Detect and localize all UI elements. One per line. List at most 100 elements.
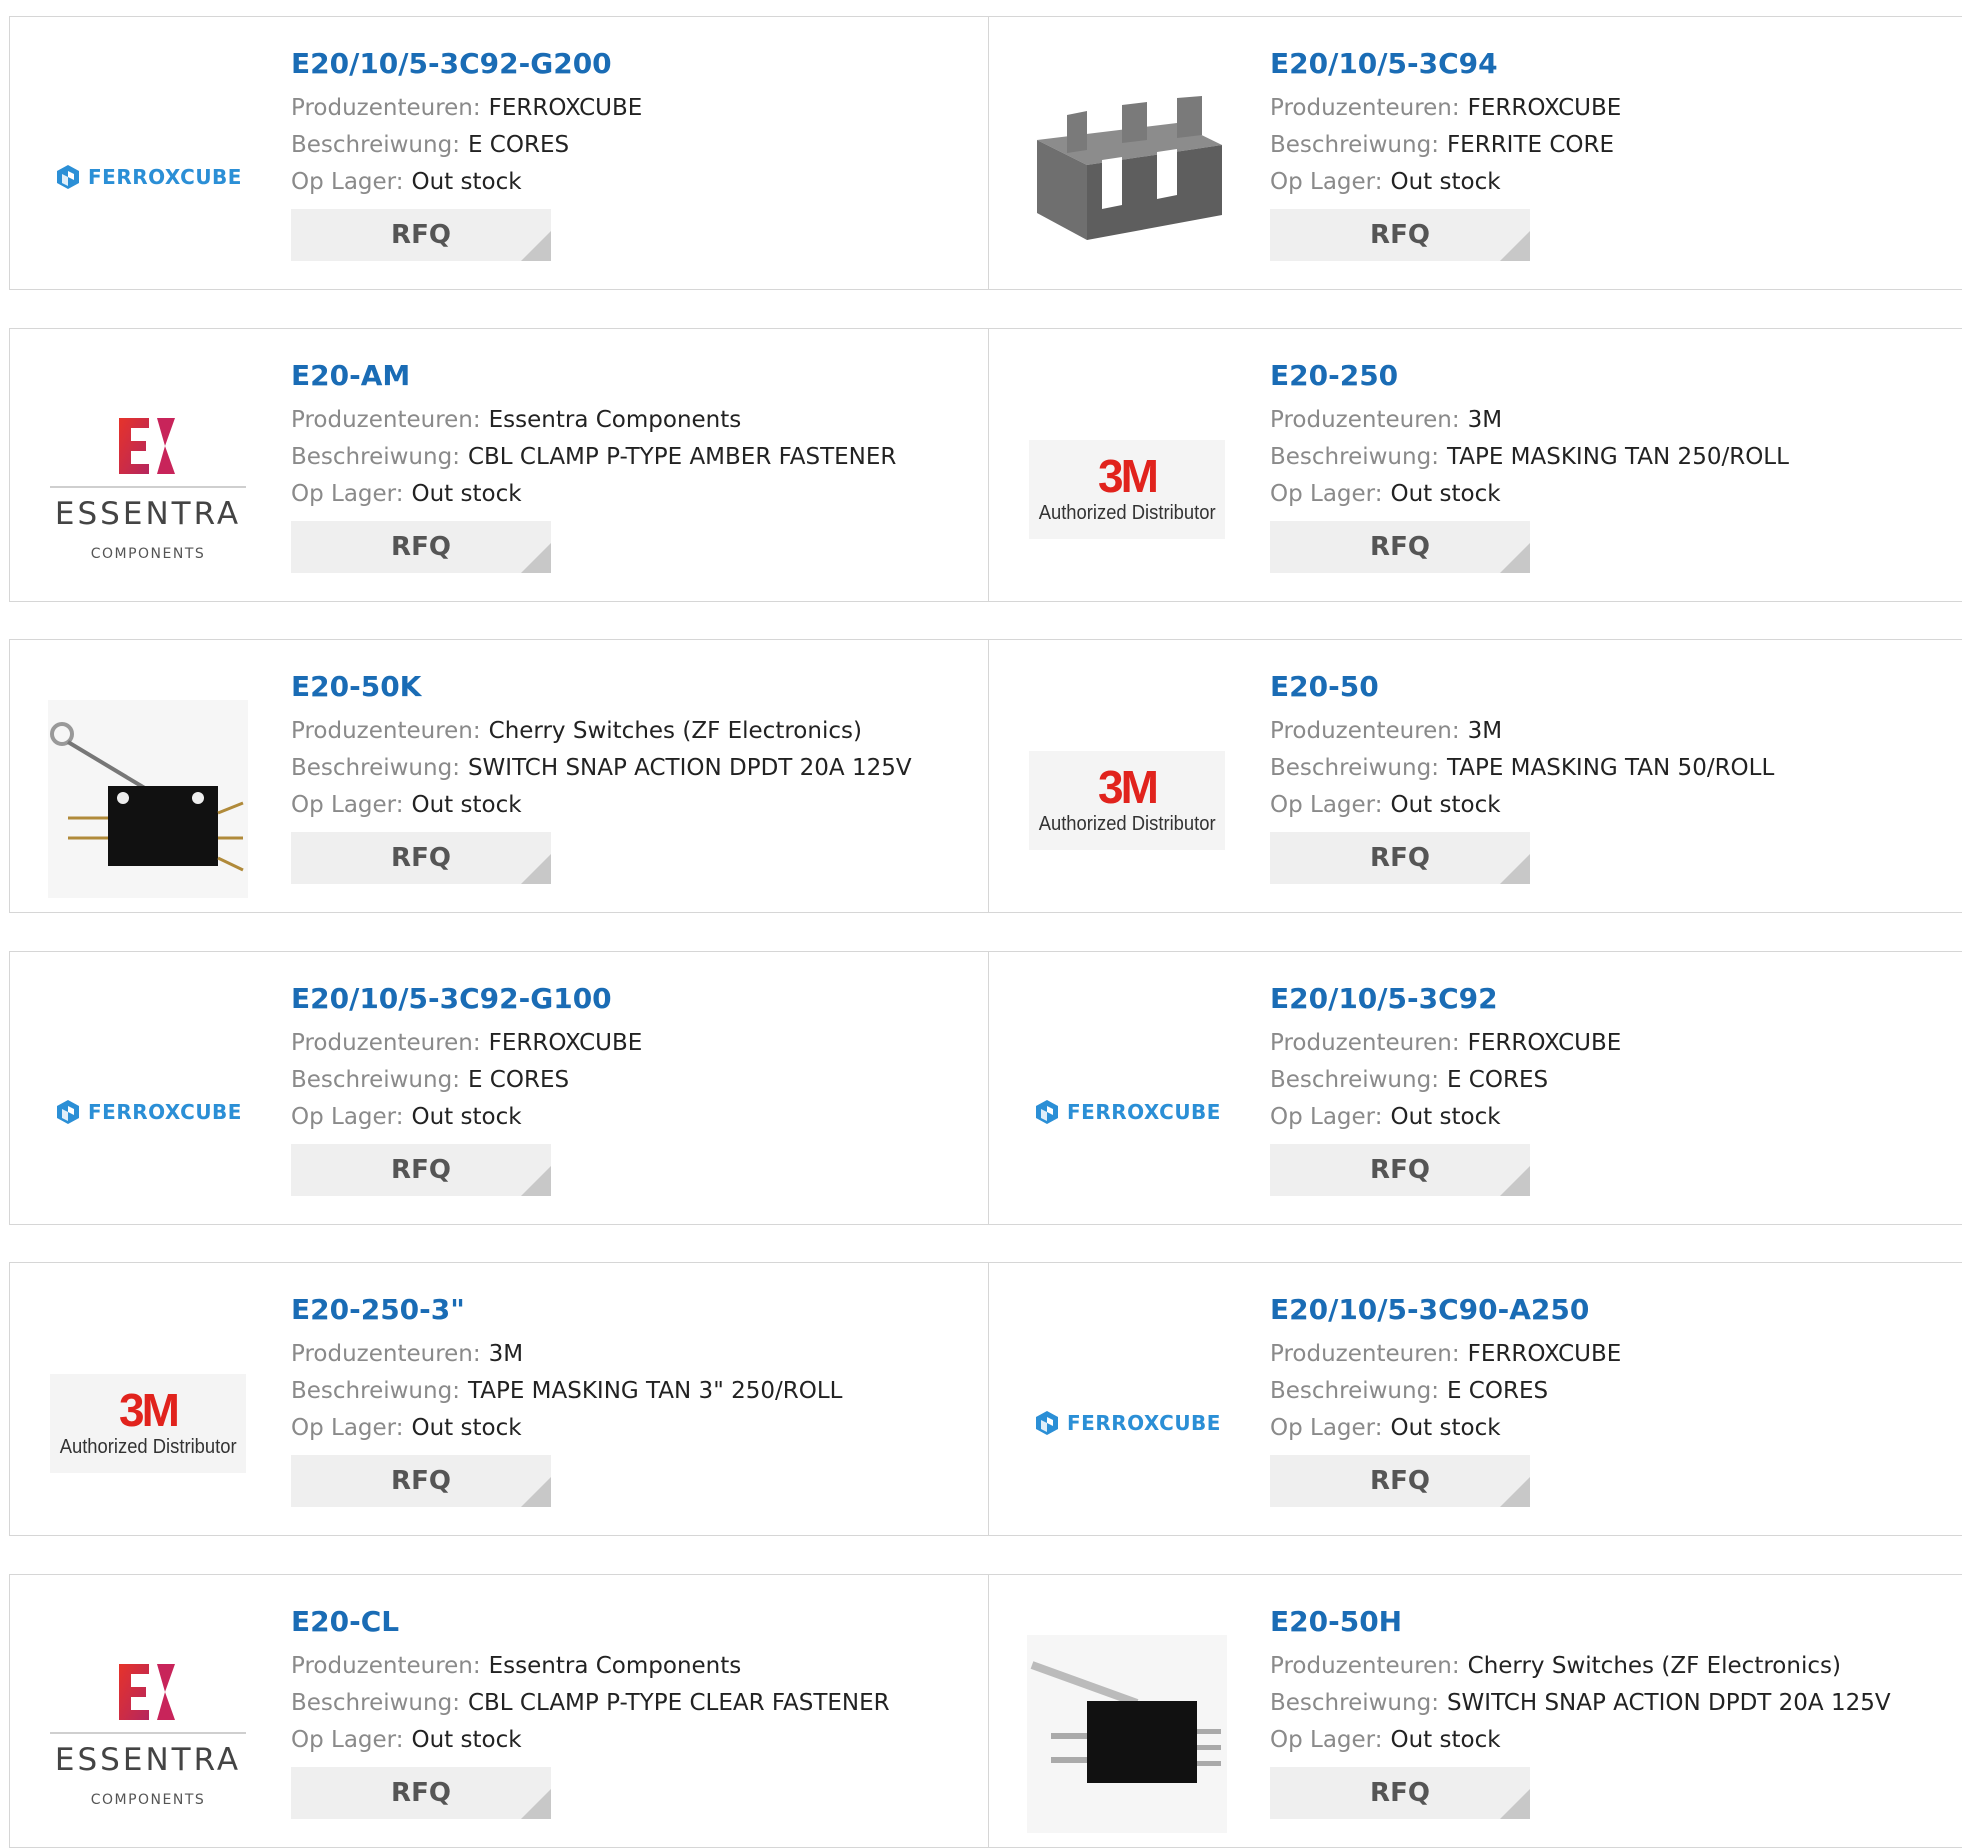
rfq-button-label: RFQ	[1370, 1466, 1430, 1496]
rfq-button[interactable]: RFQ	[1270, 832, 1530, 884]
product-logo[interactable]: ESSENTRA COMPONENTS	[48, 389, 248, 589]
description-value: E CORES	[1446, 1067, 1549, 1093]
rfq-button[interactable]: RFQ	[291, 1767, 551, 1819]
manufacturer-line: Produzenteuren: Cherry Switches (ZF Elect…	[1270, 1648, 1891, 1685]
product-info: E20-CL Produzenteuren: Essentra Components…	[291, 1605, 890, 1819]
description-label: Beschreiwung:	[291, 1690, 460, 1716]
manufacturer-value: 3M	[488, 1341, 524, 1367]
part-number-link[interactable]: E20-50	[1270, 670, 1774, 704]
manufacturer-label: Produzenteuren:	[1270, 1341, 1460, 1367]
description-label: Beschreiwung:	[291, 444, 460, 470]
rfq-button[interactable]: RFQ	[1270, 521, 1530, 573]
rfq-button[interactable]: RFQ	[1270, 1144, 1530, 1196]
rfq-button[interactable]: RFQ	[1270, 1455, 1530, 1507]
description-value: CBL CLAMP P-TYPE CLEAR FASTENER	[467, 1690, 890, 1716]
stock-label: Op Lager:	[1270, 1415, 1383, 1441]
product-logo[interactable]: FERROXCUBE	[48, 77, 248, 277]
product-row: ESSENTRA COMPONENTS E20-AM Produzenteuren: E…	[9, 328, 1962, 602]
ferroxcube-cube-icon	[1036, 1411, 1059, 1435]
description-label: Beschreiwung:	[291, 755, 460, 781]
part-number-link[interactable]: E20/10/5-3C92-G100	[291, 982, 642, 1016]
description-value: E CORES	[1446, 1378, 1549, 1404]
product-info: E20-50H Produzenteuren: Cherry Switches (Z…	[1270, 1605, 1891, 1819]
rfq-button[interactable]: RFQ	[291, 1144, 551, 1196]
description-label: Beschreiwung:	[1270, 1378, 1439, 1404]
manufacturer-label: Produzenteuren:	[291, 1653, 481, 1679]
manufacturer-value: Essentra Components	[488, 407, 742, 433]
stock-value: Out stock	[411, 792, 522, 818]
rfq-button[interactable]: RFQ	[291, 209, 551, 261]
product-logo[interactable]: 3M Authorized Distributor	[1027, 700, 1227, 900]
stock-label: Op Lager:	[1270, 1727, 1383, 1753]
description-label: Beschreiwung:	[291, 1067, 460, 1093]
corner-triangle-icon	[521, 543, 551, 573]
stock-value: Out stock	[1390, 169, 1501, 195]
product-logo[interactable]: FERROXCUBE	[1027, 1323, 1227, 1523]
product-logo[interactable]	[1027, 77, 1227, 277]
description-line: Beschreiwung: TAPE MASKING TAN 50/ROLL	[1270, 750, 1774, 787]
part-number-link[interactable]: E20-50K	[291, 670, 912, 704]
product-row: FERROXCUBE E20/10/5-3C92-G200 Produzenteur…	[9, 16, 1962, 290]
authorized-distributor-text: Authorized Distributor	[1038, 501, 1216, 524]
product-logo[interactable]: FERROXCUBE	[1027, 1012, 1227, 1212]
part-number-link[interactable]: E20/10/5-3C92	[1270, 982, 1621, 1016]
manufacturer-value: FERROXCUBE	[1467, 95, 1622, 121]
stock-line: Op Lager: Out stock	[291, 164, 642, 201]
product-logo[interactable]: 3M Authorized Distributor	[1027, 389, 1227, 589]
essentra-divider	[50, 1732, 246, 1734]
product-logo[interactable]	[1027, 1635, 1227, 1835]
essentra-logo: ESSENTRA COMPONENTS	[48, 416, 248, 562]
description-line: Beschreiwung: E CORES	[291, 127, 642, 164]
product-logo[interactable]: 3M Authorized Distributor	[48, 1323, 248, 1523]
stock-label: Op Lager:	[291, 792, 404, 818]
corner-triangle-icon	[521, 1477, 551, 1507]
corner-triangle-icon	[521, 231, 551, 261]
authorized-distributor-text: Authorized Distributor	[1038, 812, 1216, 835]
stock-line: Op Lager: Out stock	[1270, 787, 1774, 824]
rfq-button[interactable]: RFQ	[291, 521, 551, 573]
corner-triangle-icon	[1500, 1166, 1530, 1196]
product-info: E20-AM Produzenteuren: Essentra Components…	[291, 359, 896, 573]
product-card: E20/10/5-3C94 Produzenteuren: FERROXCUBE Be…	[988, 17, 1962, 289]
description-value: SWITCH SNAP ACTION DPDT 20A 125V	[467, 755, 912, 781]
product-card: E20-50K Produzenteuren: Cherry Switches (Z…	[10, 640, 988, 912]
ferroxcube-logo-text: FERROXCUBE	[1067, 1100, 1221, 1124]
manufacturer-line: Produzenteuren: FERROXCUBE	[291, 90, 642, 127]
stock-line: Op Lager: Out stock	[1270, 164, 1621, 201]
part-number-link[interactable]: E20/10/5-3C90-A250	[1270, 1293, 1621, 1327]
manufacturer-label: Produzenteuren:	[1270, 407, 1460, 433]
rfq-button[interactable]: RFQ	[291, 832, 551, 884]
product-logo[interactable]: FERROXCUBE	[48, 1012, 248, 1212]
part-number-link[interactable]: E20-50H	[1270, 1605, 1891, 1639]
rfq-button[interactable]: RFQ	[291, 1455, 551, 1507]
stock-label: Op Lager:	[291, 1104, 404, 1130]
manufacturer-value: 3M	[1467, 407, 1503, 433]
part-number-link[interactable]: E20-250	[1270, 359, 1789, 393]
product-card: ESSENTRA COMPONENTS E20-CL Produzenteuren: E…	[10, 1575, 988, 1847]
description-line: Beschreiwung: FERRITE CORE	[1270, 127, 1621, 164]
product-logo[interactable]	[48, 700, 248, 900]
ferroxcube-logo: FERROXCUBE	[1033, 1098, 1221, 1126]
part-number-link[interactable]: E20-250-3"	[291, 1293, 842, 1327]
description-line: Beschreiwung: E CORES	[291, 1062, 642, 1099]
stock-line: Op Lager: Out stock	[1270, 476, 1789, 513]
description-value: FERRITE CORE	[1446, 132, 1615, 158]
part-number-link[interactable]: E20-AM	[291, 359, 896, 393]
rfq-button[interactable]: RFQ	[1270, 209, 1530, 261]
rfq-button[interactable]: RFQ	[1270, 1767, 1530, 1819]
3m-logo: 3M Authorized Distributor	[50, 1373, 246, 1473]
product-logo[interactable]: ESSENTRA COMPONENTS	[48, 1635, 248, 1835]
essentra-wordmark: ESSENTRA	[54, 496, 242, 532]
part-number-link[interactable]: E20-CL	[291, 1605, 890, 1639]
product-info: E20/10/5-3C92-G100 Produzenteuren: FERROXC…	[291, 982, 642, 1196]
manufacturer-line: Produzenteuren: Cherry Switches (ZF Elect…	[291, 713, 912, 750]
description-line: Beschreiwung: CBL CLAMP P-TYPE CLEAR FAST…	[291, 1685, 890, 1722]
essentra-components-text: COMPONENTS	[90, 546, 206, 562]
product-info: E20-50K Produzenteuren: Cherry Switches (Z…	[291, 670, 912, 884]
part-number-link[interactable]: E20/10/5-3C92-G200	[291, 47, 642, 81]
ferroxcube-logo: FERROXCUBE	[54, 163, 242, 191]
ferrite-core-image	[1027, 95, 1227, 259]
part-number-link[interactable]: E20/10/5-3C94	[1270, 47, 1621, 81]
authorized-distributor-text: Authorized Distributor	[59, 1435, 237, 1458]
ferroxcube-logo: FERROXCUBE	[1033, 1409, 1221, 1437]
